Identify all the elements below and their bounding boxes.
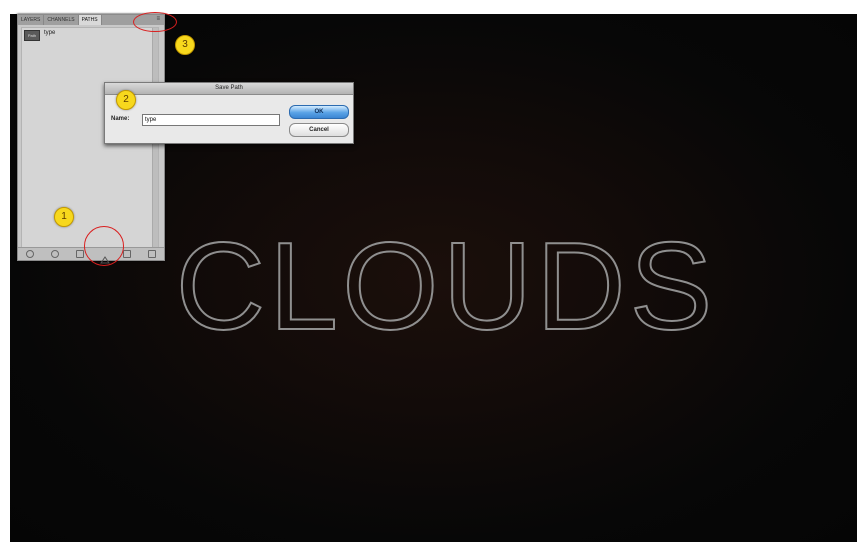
annotation-ring-3 [133,12,177,32]
annotation-badge-3: 3 [175,35,195,55]
annotation-badge-2: 2 [116,90,136,110]
tab-layers[interactable]: LAYERS [18,15,45,25]
fill-path-icon[interactable] [26,250,35,258]
cancel-button[interactable]: Cancel [289,123,349,137]
dialog-title: Save Path [105,83,353,95]
save-path-dialog: Save Path Name: type OK Cancel [104,82,354,144]
path-thumbnail: Path [24,30,40,41]
annotation-ring-1 [84,226,124,266]
annotation-badge-1: 1 [54,207,74,227]
path-name: type [44,30,56,36]
tab-paths[interactable]: PATHS [78,15,102,25]
stroke-path-icon[interactable] [50,250,59,258]
path-item-type[interactable]: Path type [22,28,158,42]
ok-button[interactable]: OK [289,105,349,119]
load-selection-icon[interactable] [75,250,84,258]
name-label: Name: [111,116,130,122]
new-path-icon[interactable] [122,250,131,258]
name-input[interactable]: type [142,114,280,126]
clouds-text: CLOUDS [176,218,717,356]
tab-channels[interactable]: CHANNELS [44,15,79,25]
delete-path-icon[interactable] [147,250,156,258]
